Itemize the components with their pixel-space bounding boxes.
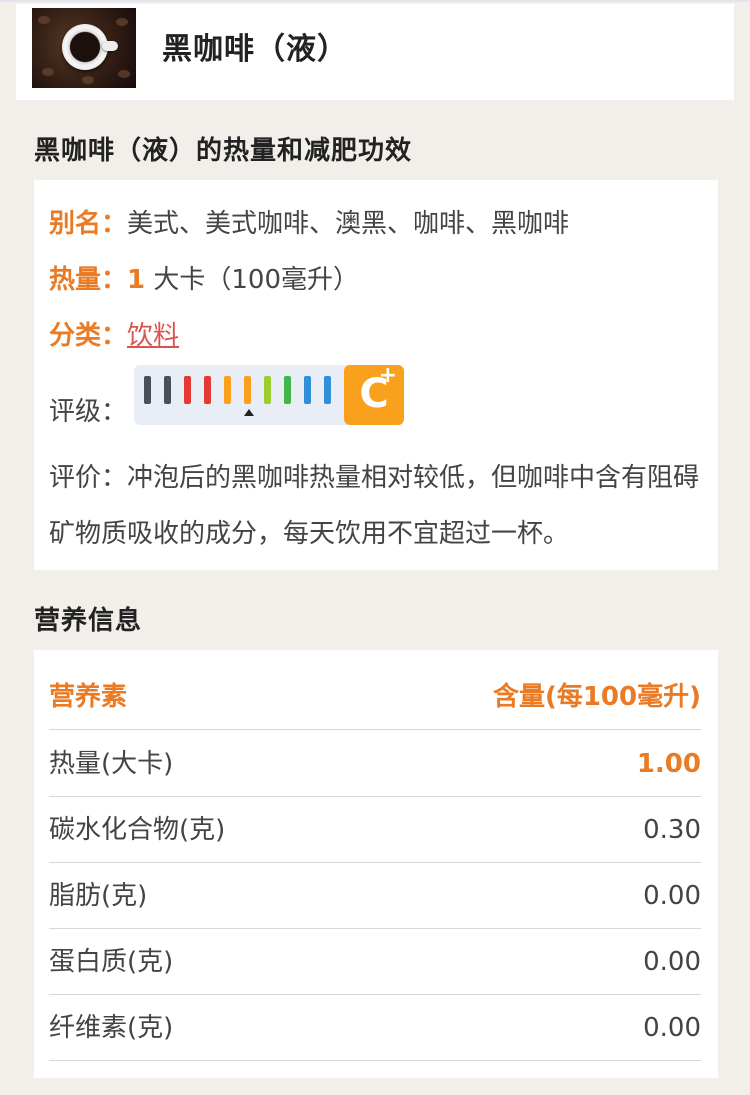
review-label: 评价 bbox=[49, 463, 102, 493]
effect-section-title: 黑咖啡（液）的热量和减肥功效 bbox=[34, 136, 413, 166]
nutrient-name: 纤维素(克) bbox=[49, 1013, 174, 1043]
category-row: 分类：饮料 bbox=[49, 321, 180, 351]
nutrition-table: 营养素 含量(每100毫升) 热量(大卡) 1.00 碳水化合物(克) 0.30… bbox=[34, 650, 718, 1078]
nutrient-value: 0.30 bbox=[643, 815, 701, 845]
table-row: 脂肪(克) 0.00 bbox=[49, 863, 701, 929]
rating-scale-tick bbox=[304, 376, 311, 404]
calorie-row: 热量：1 大卡（100毫升） bbox=[49, 265, 360, 295]
nutrient-value: 0.00 bbox=[643, 947, 701, 977]
rating-scale-tick bbox=[244, 376, 251, 404]
coffee-cup-image bbox=[32, 8, 136, 88]
calorie-label: 热量 bbox=[49, 265, 102, 295]
rating-label: 评级 bbox=[49, 397, 102, 427]
top-divider bbox=[0, 0, 750, 2]
rating-scale-tick bbox=[284, 376, 291, 404]
rating-scale-tick bbox=[324, 376, 331, 404]
rating-pointer-icon bbox=[244, 409, 254, 416]
nutrient-column-header: 营养素 bbox=[49, 682, 128, 712]
rating-scale: C + bbox=[134, 363, 404, 425]
nutrient-name: 碳水化合物(克) bbox=[49, 815, 226, 845]
alias-value: 美式、美式咖啡、澳黑、咖啡、黑咖啡 bbox=[127, 209, 570, 239]
nutrition-section-title: 营养信息 bbox=[34, 606, 143, 636]
category-label: 分类 bbox=[49, 321, 102, 351]
rating-scale-tick bbox=[224, 376, 231, 404]
rating-scale-tick bbox=[164, 376, 171, 404]
table-row: 蛋白质(克) 0.00 bbox=[49, 929, 701, 995]
table-row: 热量(大卡) 1.00 bbox=[49, 731, 701, 797]
rating-grade-badge: C + bbox=[344, 363, 404, 425]
alias-row: 别名：美式、美式咖啡、澳黑、咖啡、黑咖啡 bbox=[49, 209, 570, 239]
nutrient-value: 0.00 bbox=[643, 881, 701, 911]
alias-label: 别名 bbox=[49, 209, 102, 239]
nutrient-name: 热量(大卡) bbox=[49, 749, 174, 779]
review-row: 评价：冲泡后的黑咖啡热量相对较低，但咖啡中含有阻碍矿物质吸收的成分，每天饮用不宜… bbox=[49, 463, 700, 549]
amount-column-header: 含量(每100毫升) bbox=[492, 682, 701, 712]
rating-scale-tick bbox=[204, 376, 211, 404]
nutrient-name: 蛋白质(克) bbox=[49, 947, 174, 977]
nutrient-value: 1.00 bbox=[636, 749, 701, 779]
rating-scale-tick bbox=[264, 376, 271, 404]
info-card: 别名：美式、美式咖啡、澳黑、咖啡、黑咖啡 热量：1 大卡（100毫升） 分类：饮… bbox=[34, 180, 718, 570]
nutrient-value: 0.00 bbox=[643, 1013, 701, 1043]
table-row: 碳水化合物(克) 0.30 bbox=[49, 797, 701, 863]
food-title: 黑咖啡（液） bbox=[162, 32, 348, 67]
rating-scale-tick bbox=[184, 376, 191, 404]
calorie-number: 1 bbox=[127, 265, 146, 295]
rating-plus: + bbox=[378, 363, 397, 388]
table-row: 纤维素(克) 0.00 bbox=[49, 995, 701, 1061]
food-header: 黑咖啡（液） bbox=[16, 4, 734, 100]
category-link[interactable]: 饮料 bbox=[127, 321, 179, 351]
rating-scale-tick bbox=[144, 376, 151, 404]
review-text: 冲泡后的黑咖啡热量相对较低，但咖啡中含有阻碍矿物质吸收的成分，每天饮用不宜超过一… bbox=[49, 463, 700, 549]
rating-row: 评级： bbox=[49, 397, 128, 427]
nutrient-name: 脂肪(克) bbox=[49, 881, 148, 911]
nutrition-table-header: 营养素 含量(每100毫升) bbox=[49, 664, 701, 730]
calorie-unit: 大卡（100毫升） bbox=[153, 265, 360, 295]
